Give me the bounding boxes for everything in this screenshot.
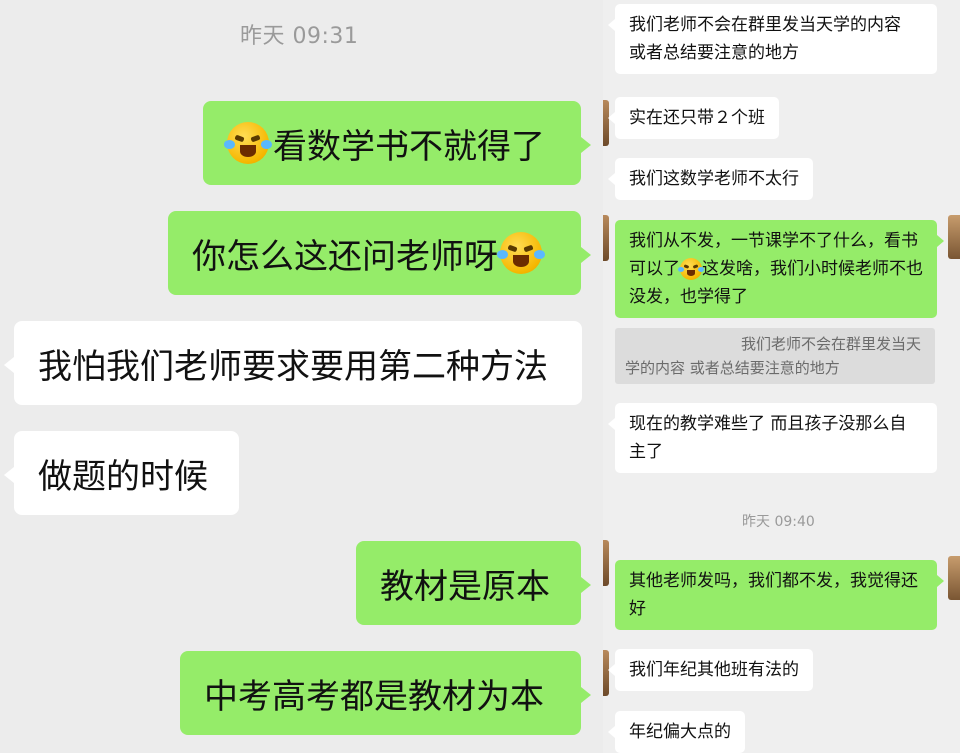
message-text: 其他老师发吗，我们都不发，我觉得还好	[629, 571, 918, 619]
message-text: 我们这数学老师不太行	[629, 169, 799, 189]
chat-panel-left: 昨天 09:31 看数学书不就得了 你怎么这还问老师呀 我怕我们老师要求要用第二…	[0, 0, 603, 753]
message-text: 我们老师不会在群里发当天学的内容 或者总结要注意的地方	[629, 15, 901, 63]
message-bubble-received[interactable]: 现在的教学难些了 而且孩子没那么自主了	[608, 403, 937, 473]
message-bubble-received[interactable]: 实在还只带２个班	[608, 97, 779, 139]
laughing-crying-emoji-icon	[223, 122, 273, 164]
avatar[interactable]	[948, 556, 960, 600]
quote-line: 我们老师不会在群里发当天	[740, 335, 921, 353]
message-bubble-received[interactable]: 我们老师不会在群里发当天学的内容 或者总结要注意的地方	[608, 4, 937, 74]
chat-panel-right: 我们老师不会在群里发当天学的内容 或者总结要注意的地方 实在还只带２个班 我们这…	[603, 0, 960, 753]
avatar[interactable]	[603, 215, 609, 261]
message-bubble-sent[interactable]: 中考高考都是教材为本	[180, 651, 591, 735]
message-text: 教材是原本	[380, 566, 550, 607]
message-bubble-sent[interactable]: 教材是原本	[356, 541, 591, 625]
message-text: 看数学书不就得了	[273, 126, 545, 167]
message-text: 我怕我们老师要求要用第二种方法	[38, 346, 548, 387]
message-text: 实在还只带２个班	[629, 108, 765, 128]
message-text: 做题的时候	[38, 456, 208, 497]
quote-line: 学的内容 或者总结要注意的地方	[625, 359, 840, 377]
message-bubble-received[interactable]: 做题的时候	[4, 431, 239, 515]
avatar[interactable]	[948, 215, 960, 259]
message-bubble-sent[interactable]: 你怎么这还问老师呀	[168, 211, 591, 295]
message-text: 你怎么这还问老师呀	[192, 236, 498, 277]
laughing-crying-emoji-icon	[496, 232, 546, 274]
timestamp: 昨天 09:31	[240, 24, 359, 49]
message-bubble-sent[interactable]: 我们从不发，一节课学不了什么，看书可以了 这发啥，我们小时候老师不也没发，也学得了	[615, 220, 944, 318]
message-text: 我们年纪其他班有法的	[629, 660, 799, 680]
message-bubble-sent[interactable]: 看数学书不就得了	[203, 101, 591, 185]
message-bubble-received[interactable]: 我怕我们老师要求要用第二种方法	[4, 321, 582, 405]
message-bubble-sent[interactable]: 其他老师发吗，我们都不发，我觉得还好	[615, 560, 944, 630]
message-text: 现在的教学难些了 而且孩子没那么自主了	[629, 414, 907, 462]
quoted-message[interactable]: 我们老师不会在群里发当天 学的内容 或者总结要注意的地方	[615, 328, 935, 384]
message-text: 我们从不发，一节课学不了什么，看书可以了 这发啥，我们小时候老师不也没发，也学得了	[629, 227, 923, 311]
message-bubble-received[interactable]: 年纪偏大点的	[608, 711, 745, 753]
avatar[interactable]	[603, 540, 609, 586]
timestamp: 昨天 09:40	[742, 514, 815, 530]
message-bubble-received[interactable]: 我们年纪其他班有法的	[608, 649, 813, 691]
message-text: 年纪偏大点的	[629, 722, 731, 742]
laughing-crying-emoji-icon	[678, 258, 704, 280]
message-bubble-received[interactable]: 我们这数学老师不太行	[608, 158, 813, 200]
message-text: 中考高考都是教材为本	[204, 676, 544, 717]
